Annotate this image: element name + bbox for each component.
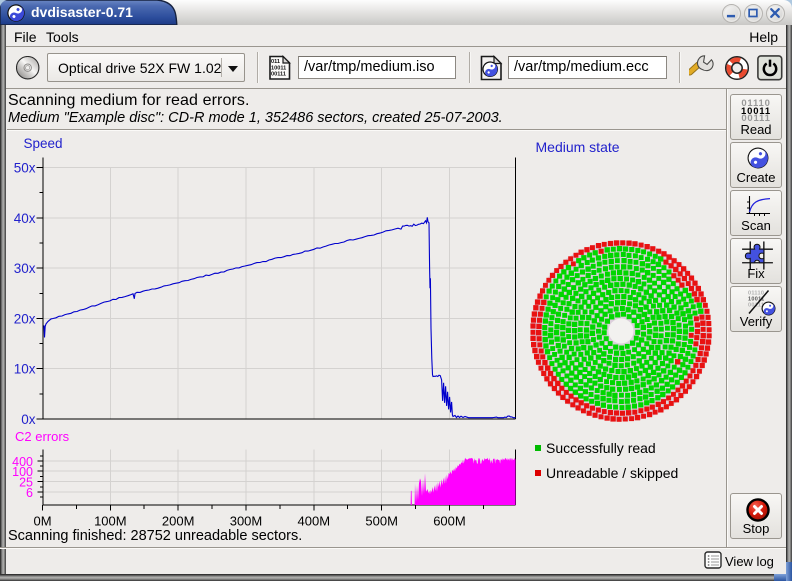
svg-text:10011: 10011 — [271, 65, 286, 71]
svg-text:400M: 400M — [298, 514, 331, 529]
svg-text:20x: 20x — [14, 311, 36, 326]
svg-text:40x: 40x — [14, 211, 36, 226]
svg-text:100M: 100M — [94, 514, 127, 529]
svg-text:0M: 0M — [33, 514, 51, 529]
svg-text:30x: 30x — [14, 261, 36, 276]
svg-text:6: 6 — [26, 486, 33, 500]
svg-text:200M: 200M — [162, 514, 195, 529]
svg-text:10x: 10x — [14, 362, 36, 377]
svg-text:0x: 0x — [21, 412, 36, 427]
svg-text:500M: 500M — [365, 514, 398, 529]
svg-text:011: 011 — [271, 59, 280, 65]
svg-text:50x: 50x — [14, 161, 36, 176]
svg-text:Speed: Speed — [24, 136, 63, 151]
svg-text:C2 errors: C2 errors — [15, 429, 70, 444]
svg-text:00111: 00111 — [271, 72, 286, 78]
svg-text:300M: 300M — [230, 514, 263, 529]
svg-text:600M: 600M — [433, 514, 466, 529]
